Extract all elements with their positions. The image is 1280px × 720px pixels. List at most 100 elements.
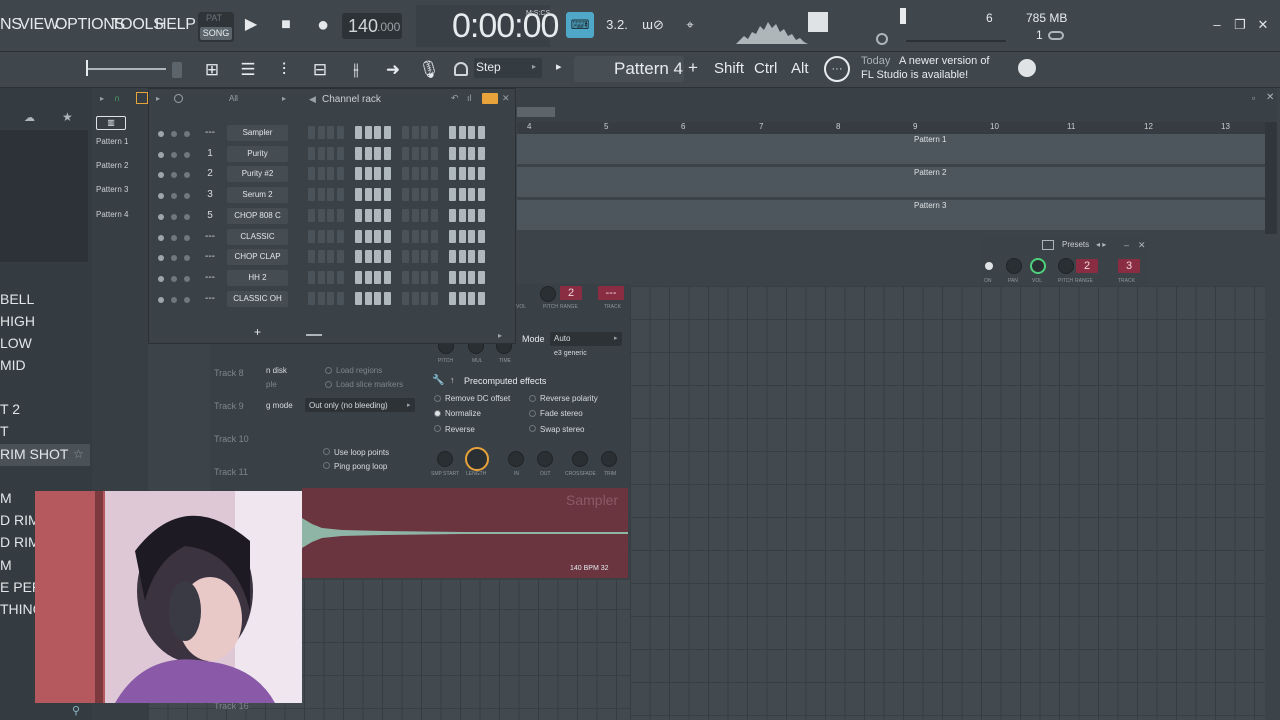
step-button[interactable] (336, 250, 344, 263)
browser-item[interactable]: D RIM (0, 534, 40, 550)
rack-close-icon[interactable]: ✕ (502, 93, 510, 104)
step-button[interactable] (477, 292, 485, 305)
step-button[interactable] (308, 126, 315, 139)
step-button[interactable] (430, 230, 438, 243)
channel-mixer-track[interactable]: --- (198, 270, 222, 286)
pingpong-radio[interactable] (323, 462, 330, 469)
step-button[interactable] (317, 250, 325, 263)
browser-item[interactable]: D RIM (0, 512, 40, 528)
step-button[interactable] (374, 292, 381, 305)
step-button[interactable] (355, 292, 362, 305)
channel-pan-knob[interactable] (171, 193, 177, 199)
step-button[interactable] (308, 230, 315, 243)
step-button[interactable] (364, 250, 372, 263)
cloud-icon[interactable]: ☁ (24, 111, 35, 124)
rack-undo-icon[interactable]: ↶ (451, 93, 459, 104)
channel-vol-knob[interactable] (184, 276, 190, 282)
step-button[interactable] (477, 271, 485, 284)
song-label[interactable]: SONG (200, 27, 232, 40)
sampler-min-icon[interactable]: – (1124, 240, 1129, 250)
browser-item[interactable]: T 2 (0, 401, 20, 417)
step-button[interactable] (458, 230, 466, 243)
browser-item[interactable]: BELL (0, 291, 34, 307)
rack-filter[interactable]: All (229, 94, 238, 103)
channel-name-button[interactable]: CHOP 808 C (227, 208, 288, 224)
playlist-min-icon[interactable]: ▫ (1252, 93, 1255, 103)
browser-item[interactable]: M (0, 557, 12, 573)
step-button[interactable] (308, 250, 315, 263)
step-button[interactable] (477, 126, 485, 139)
length-knob[interactable] (465, 447, 489, 471)
step-button[interactable] (364, 188, 372, 201)
step-button[interactable] (374, 230, 381, 243)
channel-name-button[interactable]: CLASSIC OH (227, 291, 288, 307)
bleeding-value[interactable]: Out only (no bleeding) (309, 401, 388, 410)
channel-pan-knob[interactable] (171, 276, 177, 282)
step-button[interactable] (402, 209, 409, 222)
effect-label[interactable]: Reverse (445, 425, 475, 434)
step-button[interactable] (430, 209, 438, 222)
pattern-list-item[interactable]: Pattern 2 (96, 161, 128, 170)
piano-icon[interactable]: ▥ (96, 116, 126, 130)
step-button[interactable] (317, 271, 325, 284)
step-button[interactable] (411, 230, 419, 243)
close-icon[interactable]: ✕ (1256, 18, 1270, 32)
step-button[interactable] (383, 188, 391, 201)
channel-pan-knob[interactable] (171, 172, 177, 178)
channel-mute-led[interactable] (158, 214, 164, 220)
effect-label[interactable]: Reverse polarity (540, 394, 598, 403)
step-button[interactable] (383, 230, 391, 243)
master-slider-track[interactable] (906, 40, 1006, 42)
step-button[interactable] (383, 147, 391, 160)
step-button[interactable] (430, 147, 438, 160)
step-button[interactable] (336, 188, 344, 201)
menu-help[interactable]: HELP (155, 16, 196, 34)
step-button[interactable] (327, 271, 334, 284)
bleeding-arrow-icon[interactable]: ▸ (407, 401, 411, 409)
channel-mixer-track[interactable]: --- (198, 125, 222, 141)
channel-name-button[interactable]: Purity #2 (227, 166, 288, 182)
step-button[interactable] (317, 209, 325, 222)
time-format-label[interactable]: M:S:CS (526, 10, 550, 17)
step-button[interactable] (336, 230, 344, 243)
rack-scroll-right-icon[interactable]: ▸ (498, 331, 502, 340)
channel-name-button[interactable]: Sampler (227, 125, 288, 141)
step-button[interactable] (327, 147, 334, 160)
step-button[interactable] (477, 230, 485, 243)
pan-knob[interactable] (1006, 258, 1022, 274)
step-button[interactable] (327, 292, 334, 305)
channel-pan-knob[interactable] (171, 255, 177, 261)
step-button[interactable] (402, 167, 409, 180)
channel-mute-led[interactable] (158, 297, 164, 303)
step-button[interactable] (421, 126, 428, 139)
step-button[interactable] (383, 271, 391, 284)
browser-item[interactable]: LOW (0, 335, 32, 351)
step-button[interactable] (468, 292, 475, 305)
step-button[interactable] (421, 250, 428, 263)
arrow-up-icon[interactable]: ↑ (450, 375, 455, 385)
shift-button[interactable]: Shift (714, 60, 744, 77)
step-button[interactable] (336, 167, 344, 180)
step-button[interactable] (308, 188, 315, 201)
channel-mute-led[interactable] (158, 276, 164, 282)
step-button[interactable] (458, 271, 466, 284)
playlist-grid[interactable] (630, 286, 1265, 720)
step-button[interactable] (402, 250, 409, 263)
pattern-play-icon[interactable]: ▸ (556, 60, 562, 73)
channel-mixer-track[interactable]: --- (198, 249, 222, 265)
channel-vol-knob[interactable] (184, 152, 190, 158)
step-button[interactable] (449, 188, 456, 201)
link-icon[interactable] (1048, 31, 1064, 40)
step-button[interactable] (458, 292, 466, 305)
play-icon[interactable]: ▶ (240, 14, 262, 36)
typing-keyboard-icon[interactable]: ⌨ (566, 12, 594, 38)
channel-name-button[interactable]: Serum 2 (227, 187, 288, 203)
effect-radio[interactable] (529, 425, 536, 432)
step-button[interactable] (317, 147, 325, 160)
browser-item[interactable]: M (0, 490, 12, 506)
step-button[interactable] (458, 126, 466, 139)
add-channel-button[interactable]: + (254, 325, 261, 339)
step-button[interactable] (468, 250, 475, 263)
out-knob[interactable] (537, 451, 553, 467)
step-button[interactable] (355, 250, 362, 263)
